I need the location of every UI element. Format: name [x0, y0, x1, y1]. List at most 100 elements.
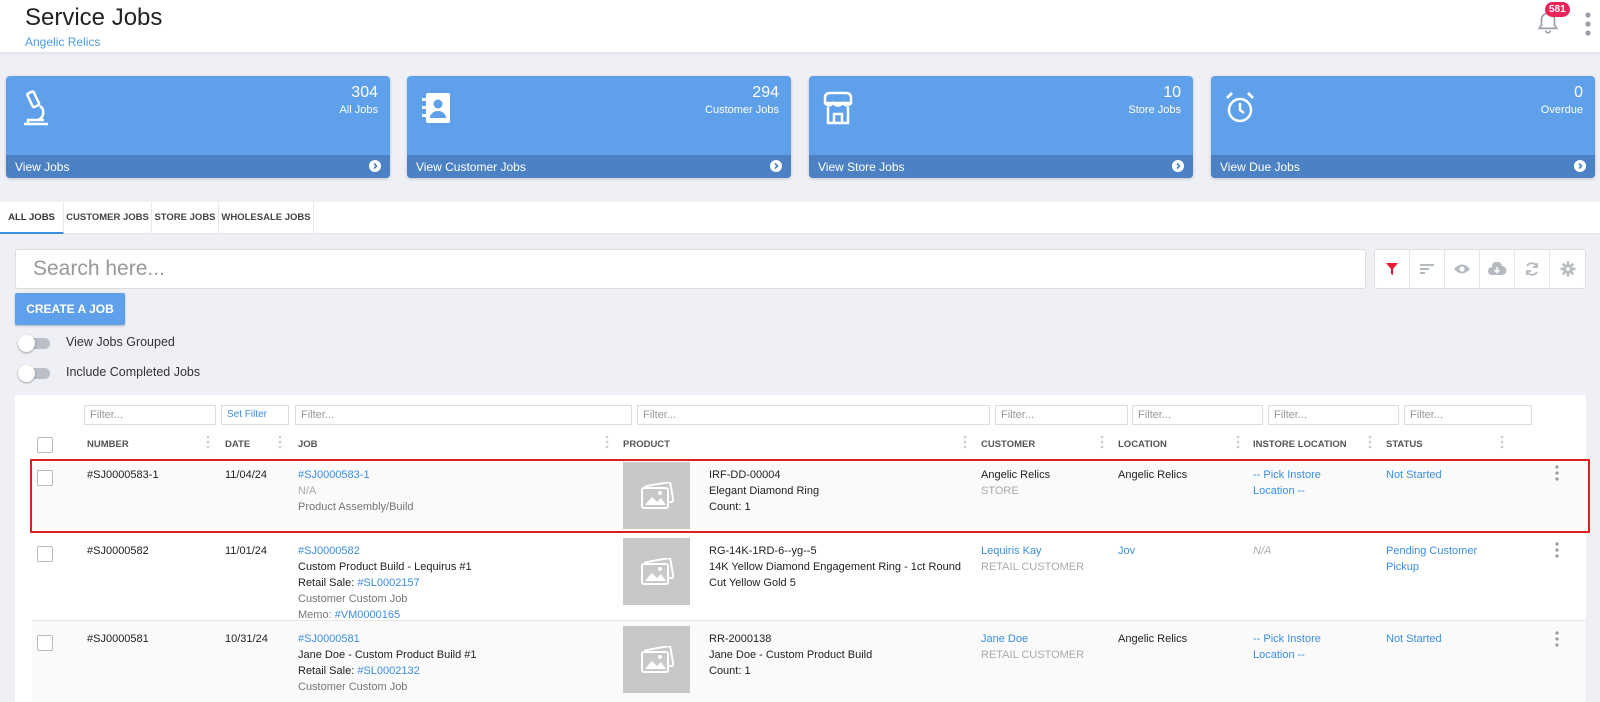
customer-type: RETAIL CUSTOMER	[981, 649, 1085, 661]
sort-button[interactable]	[1410, 250, 1445, 288]
customer-link[interactable]: Jane Doe	[981, 631, 1028, 647]
card-all-jobs: 304 All Jobs View Jobs	[6, 76, 390, 178]
column-header-product[interactable]: PRODUCT	[623, 439, 670, 450]
column-menu-icon[interactable]	[206, 435, 210, 449]
status-filter-input[interactable]: Filter...	[1404, 405, 1532, 425]
card-label: Overdue	[1540, 104, 1583, 116]
instore-location-filter-input[interactable]: Filter...	[1268, 405, 1399, 425]
columns-visibility-button[interactable]	[1445, 250, 1480, 288]
view-grouped-toggle[interactable]	[18, 335, 50, 352]
card-count: 0	[1574, 84, 1583, 101]
status-link[interactable]: Pending Customer	[1386, 543, 1477, 559]
pick-instore-location-link[interactable]: Location --	[1253, 647, 1305, 663]
download-button[interactable]	[1480, 250, 1515, 288]
job-number: #SJ0000582	[87, 545, 149, 557]
retail-sale-line: Retail Sale: #SL0002132	[298, 663, 420, 679]
product-name: Cut Yellow Gold 5	[709, 577, 796, 589]
location-filter-input[interactable]: Filter...	[1132, 405, 1263, 425]
column-header-location[interactable]: LOCATION	[1118, 439, 1167, 450]
product-count: Count: 1	[709, 665, 751, 677]
column-menu-icon[interactable]	[605, 435, 609, 449]
instore-location: N/A	[1253, 545, 1272, 557]
create-job-button[interactable]: CREATE A JOB	[15, 293, 125, 325]
card-link-label: View Due Jobs	[1220, 160, 1300, 174]
card-link-label: View Jobs	[15, 160, 70, 174]
job-filter-input[interactable]: Filter...	[295, 405, 632, 425]
retail-sale-link[interactable]: #SL0002132	[357, 665, 419, 677]
card-count: 10	[1163, 84, 1181, 101]
column-header-instore-location[interactable]: INSTORE LOCATION	[1253, 439, 1347, 450]
job-link[interactable]: #SJ0000582	[298, 543, 360, 559]
job-number: #SJ0000581	[87, 633, 149, 645]
microscope-icon	[24, 90, 48, 126]
filter-button[interactable]	[1375, 250, 1410, 288]
tab-store-jobs[interactable]: STORE JOBS	[152, 202, 219, 234]
tab-all-jobs[interactable]: ALL JOBS	[0, 202, 64, 234]
job-link[interactable]: #SJ0000581	[298, 631, 360, 647]
retail-sale-link[interactable]: #SL0002157	[357, 577, 419, 589]
card-label: Customer Jobs	[705, 104, 779, 116]
column-menu-icon[interactable]	[1368, 435, 1372, 449]
include-completed-toggle[interactable]	[18, 365, 50, 382]
product-sku: IRF-DD-00004	[709, 469, 781, 481]
location: Angelic Relics	[1118, 469, 1188, 481]
store-name-link[interactable]: Angelic Relics	[25, 35, 100, 49]
status-link[interactable]: Not Started	[1386, 467, 1442, 483]
column-header-status[interactable]: STATUS	[1386, 439, 1423, 450]
column-menu-icon[interactable]	[1100, 435, 1104, 449]
search-input[interactable]	[15, 249, 1366, 289]
chevron-circle-right-icon	[770, 160, 782, 172]
card-link-label: View Store Jobs	[818, 160, 905, 174]
customer-link[interactable]: Lequiris Kay	[981, 543, 1042, 559]
date-set-filter-button[interactable]: Set Filter	[221, 405, 289, 425]
job-detail: N/A	[298, 485, 317, 497]
table-toolbar	[1374, 249, 1586, 289]
row-checkbox[interactable]	[37, 470, 53, 486]
status-link[interactable]: Pickup	[1386, 559, 1419, 575]
gear-icon	[1560, 261, 1575, 277]
pick-instore-location-link[interactable]: Location --	[1253, 483, 1305, 499]
row-menu-icon[interactable]	[1555, 631, 1559, 647]
product-filter-input[interactable]: Filter...	[637, 405, 990, 425]
location-link[interactable]: Jov	[1118, 543, 1135, 559]
column-header-number[interactable]: NUMBER	[87, 439, 129, 450]
column-header-customer[interactable]: CUSTOMER	[981, 439, 1035, 450]
status-link[interactable]: Not Started	[1386, 631, 1442, 647]
chevron-circle-right-icon	[1172, 160, 1184, 172]
card-count: 304	[351, 84, 378, 101]
view-jobs-link[interactable]: View Jobs	[6, 155, 390, 178]
job-link[interactable]: #SJ0000583-1	[298, 467, 370, 483]
view-store-jobs-link[interactable]: View Store Jobs	[809, 155, 1193, 178]
product-thumbnail[interactable]	[623, 626, 690, 693]
refresh-button[interactable]	[1515, 250, 1550, 288]
number-filter-input[interactable]: Filter...	[84, 405, 216, 425]
view-customer-jobs-link[interactable]: View Customer Jobs	[407, 155, 791, 178]
row-menu-icon[interactable]	[1555, 542, 1559, 558]
column-header-job[interactable]: JOB	[298, 439, 318, 450]
product-count: Count: 1	[709, 501, 751, 513]
tab-wholesale-jobs[interactable]: WHOLESALE JOBS	[219, 202, 314, 234]
product-name: 14K Yellow Diamond Engagement Ring - 1ct…	[709, 561, 961, 573]
row-menu-icon[interactable]	[1555, 465, 1559, 481]
row-checkbox[interactable]	[37, 635, 53, 651]
product-thumbnail[interactable]	[623, 462, 690, 529]
row-checkbox[interactable]	[37, 546, 53, 562]
column-menu-icon[interactable]	[278, 435, 282, 449]
retail-sale-line: Retail Sale: #SL0002157	[298, 575, 420, 591]
view-due-jobs-link[interactable]: View Due Jobs	[1211, 155, 1595, 178]
product-sku: RG-14K-1RD-6--yg--5	[709, 545, 817, 557]
more-menu-icon[interactable]	[1585, 12, 1591, 36]
column-menu-icon[interactable]	[1500, 435, 1504, 449]
job-detail: Custom Product Build - Lequirus #1	[298, 561, 472, 573]
pick-instore-location-link[interactable]: -- Pick Instore	[1253, 467, 1321, 483]
column-header-date[interactable]: DATE	[225, 439, 250, 450]
tab-customer-jobs[interactable]: CUSTOMER JOBS	[64, 202, 152, 234]
customer-filter-input[interactable]: Filter...	[995, 405, 1128, 425]
product-thumbnail[interactable]	[623, 538, 690, 605]
select-all-checkbox[interactable]	[37, 437, 53, 453]
sort-icon	[1420, 264, 1434, 274]
pick-instore-location-link[interactable]: -- Pick Instore	[1253, 631, 1321, 647]
settings-button[interactable]	[1550, 250, 1585, 288]
column-menu-icon[interactable]	[963, 435, 967, 449]
column-menu-icon[interactable]	[1236, 435, 1240, 449]
